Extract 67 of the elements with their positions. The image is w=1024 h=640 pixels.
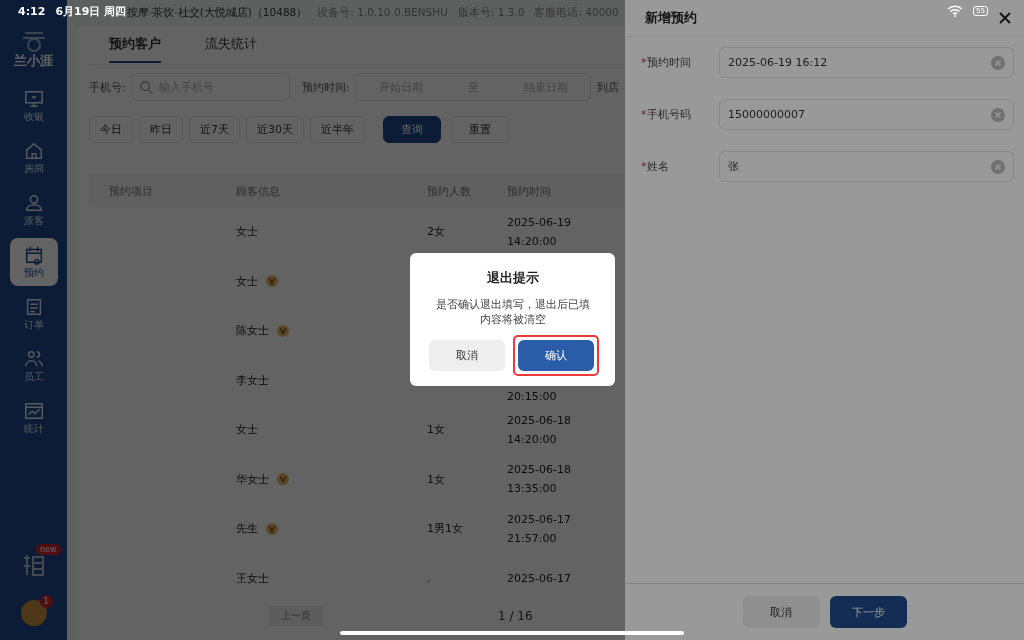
cancel-button[interactable]: 取消 bbox=[742, 596, 820, 628]
field-label: *手机号码 bbox=[641, 107, 692, 122]
quick-range-button[interactable]: 近半年 bbox=[310, 115, 365, 143]
notification-badge: 1 bbox=[39, 595, 53, 608]
customer-name: 陈女士 bbox=[236, 323, 269, 339]
reset-button[interactable]: 重置 bbox=[451, 115, 509, 143]
nav-icon bbox=[22, 400, 45, 422]
search-icon bbox=[138, 80, 153, 94]
nav-icon bbox=[22, 88, 45, 110]
nav-item[interactable]: 收银 bbox=[9, 82, 58, 130]
query-button[interactable]: 查询 bbox=[383, 115, 441, 143]
clear-icon[interactable] bbox=[991, 107, 1005, 122]
customer-name: 先生 bbox=[236, 521, 258, 537]
people-count: 1女 bbox=[427, 472, 445, 486]
wifi-icon bbox=[947, 5, 964, 17]
booking-date: 2025-06-17 bbox=[507, 571, 572, 585]
booking-time: 13:35:00 bbox=[507, 482, 558, 496]
store-name: 按摩·茶饮·社交(大悦城店)（10488） bbox=[127, 6, 308, 20]
arrive-label: 到店 bbox=[597, 79, 620, 95]
customer-name: 女士 bbox=[236, 224, 258, 240]
drawer-title: 新增预约 bbox=[645, 9, 697, 27]
quick-range-button[interactable]: 近7天 bbox=[189, 115, 240, 143]
booking-date: 2025-06-18 bbox=[507, 413, 572, 427]
customer-name: 李女士 bbox=[236, 372, 269, 388]
people-count: 2女 bbox=[427, 225, 445, 239]
booking-date: 2025-06-19 bbox=[507, 215, 572, 229]
new-badge: new bbox=[35, 544, 61, 555]
people-count: . bbox=[427, 571, 431, 585]
dialog-message: 是否确认退出填写，退出后已填内容将被清空 bbox=[434, 297, 591, 327]
next-step-button[interactable]: 下一步 bbox=[829, 596, 907, 628]
close-icon[interactable] bbox=[998, 11, 1012, 25]
nav-item[interactable]: 房间 bbox=[9, 134, 58, 182]
quick-range-button[interactable]: 昨日 bbox=[139, 115, 183, 143]
booking-time: 21:57:00 bbox=[507, 531, 558, 545]
quick-range-button[interactable]: 今日 bbox=[89, 115, 133, 143]
customer-name: 女士 bbox=[236, 273, 258, 289]
time-label: 预约时间: bbox=[301, 79, 350, 95]
dialog-cancel-button[interactable]: 取消 bbox=[429, 340, 505, 371]
tab[interactable]: 流失统计 bbox=[205, 27, 257, 63]
nav-item[interactable]: 预约 bbox=[9, 238, 58, 286]
booking-time: 20:15:00 bbox=[507, 389, 558, 403]
tab[interactable]: 预约客户 bbox=[109, 27, 161, 63]
text-field[interactable]: 15000000007 bbox=[719, 99, 1014, 130]
booking-date: 2025-06-17 bbox=[507, 512, 572, 526]
page-indicator: 1 / 16 bbox=[498, 609, 533, 623]
people-count: 1男1女 bbox=[427, 522, 463, 536]
field-label: *姓名 bbox=[641, 159, 670, 174]
booking-time: 14:20:00 bbox=[507, 432, 558, 446]
nav-item[interactable]: 派客 bbox=[9, 186, 58, 234]
field-label: *预约时间 bbox=[641, 55, 692, 70]
customer-name: 华女士 bbox=[236, 471, 269, 487]
booking-date: 2025-06-18 bbox=[507, 463, 572, 477]
confirm-button[interactable]: 确认 bbox=[518, 340, 594, 371]
customer-name: 王女士 bbox=[236, 570, 269, 586]
clear-icon[interactable] bbox=[991, 55, 1005, 70]
text-field[interactable]: 2025-06-19 16:12 bbox=[719, 47, 1014, 78]
booking-time: 14:20:00 bbox=[507, 234, 558, 248]
customer-name: 女士 bbox=[236, 422, 258, 438]
quick-range-button[interactable]: 近30天 bbox=[246, 115, 304, 143]
logo-text: 兰小涯 bbox=[14, 52, 53, 70]
nav-item[interactable]: 员工 bbox=[9, 342, 58, 390]
clear-icon[interactable] bbox=[991, 159, 1005, 174]
status-time: 4:12 bbox=[18, 4, 46, 18]
people-count: 1女 bbox=[427, 423, 445, 437]
status-date: 6月19日 周四 bbox=[55, 3, 127, 19]
dialog-title: 退出提示 bbox=[485, 269, 540, 287]
text-field[interactable]: 张 bbox=[719, 151, 1014, 182]
